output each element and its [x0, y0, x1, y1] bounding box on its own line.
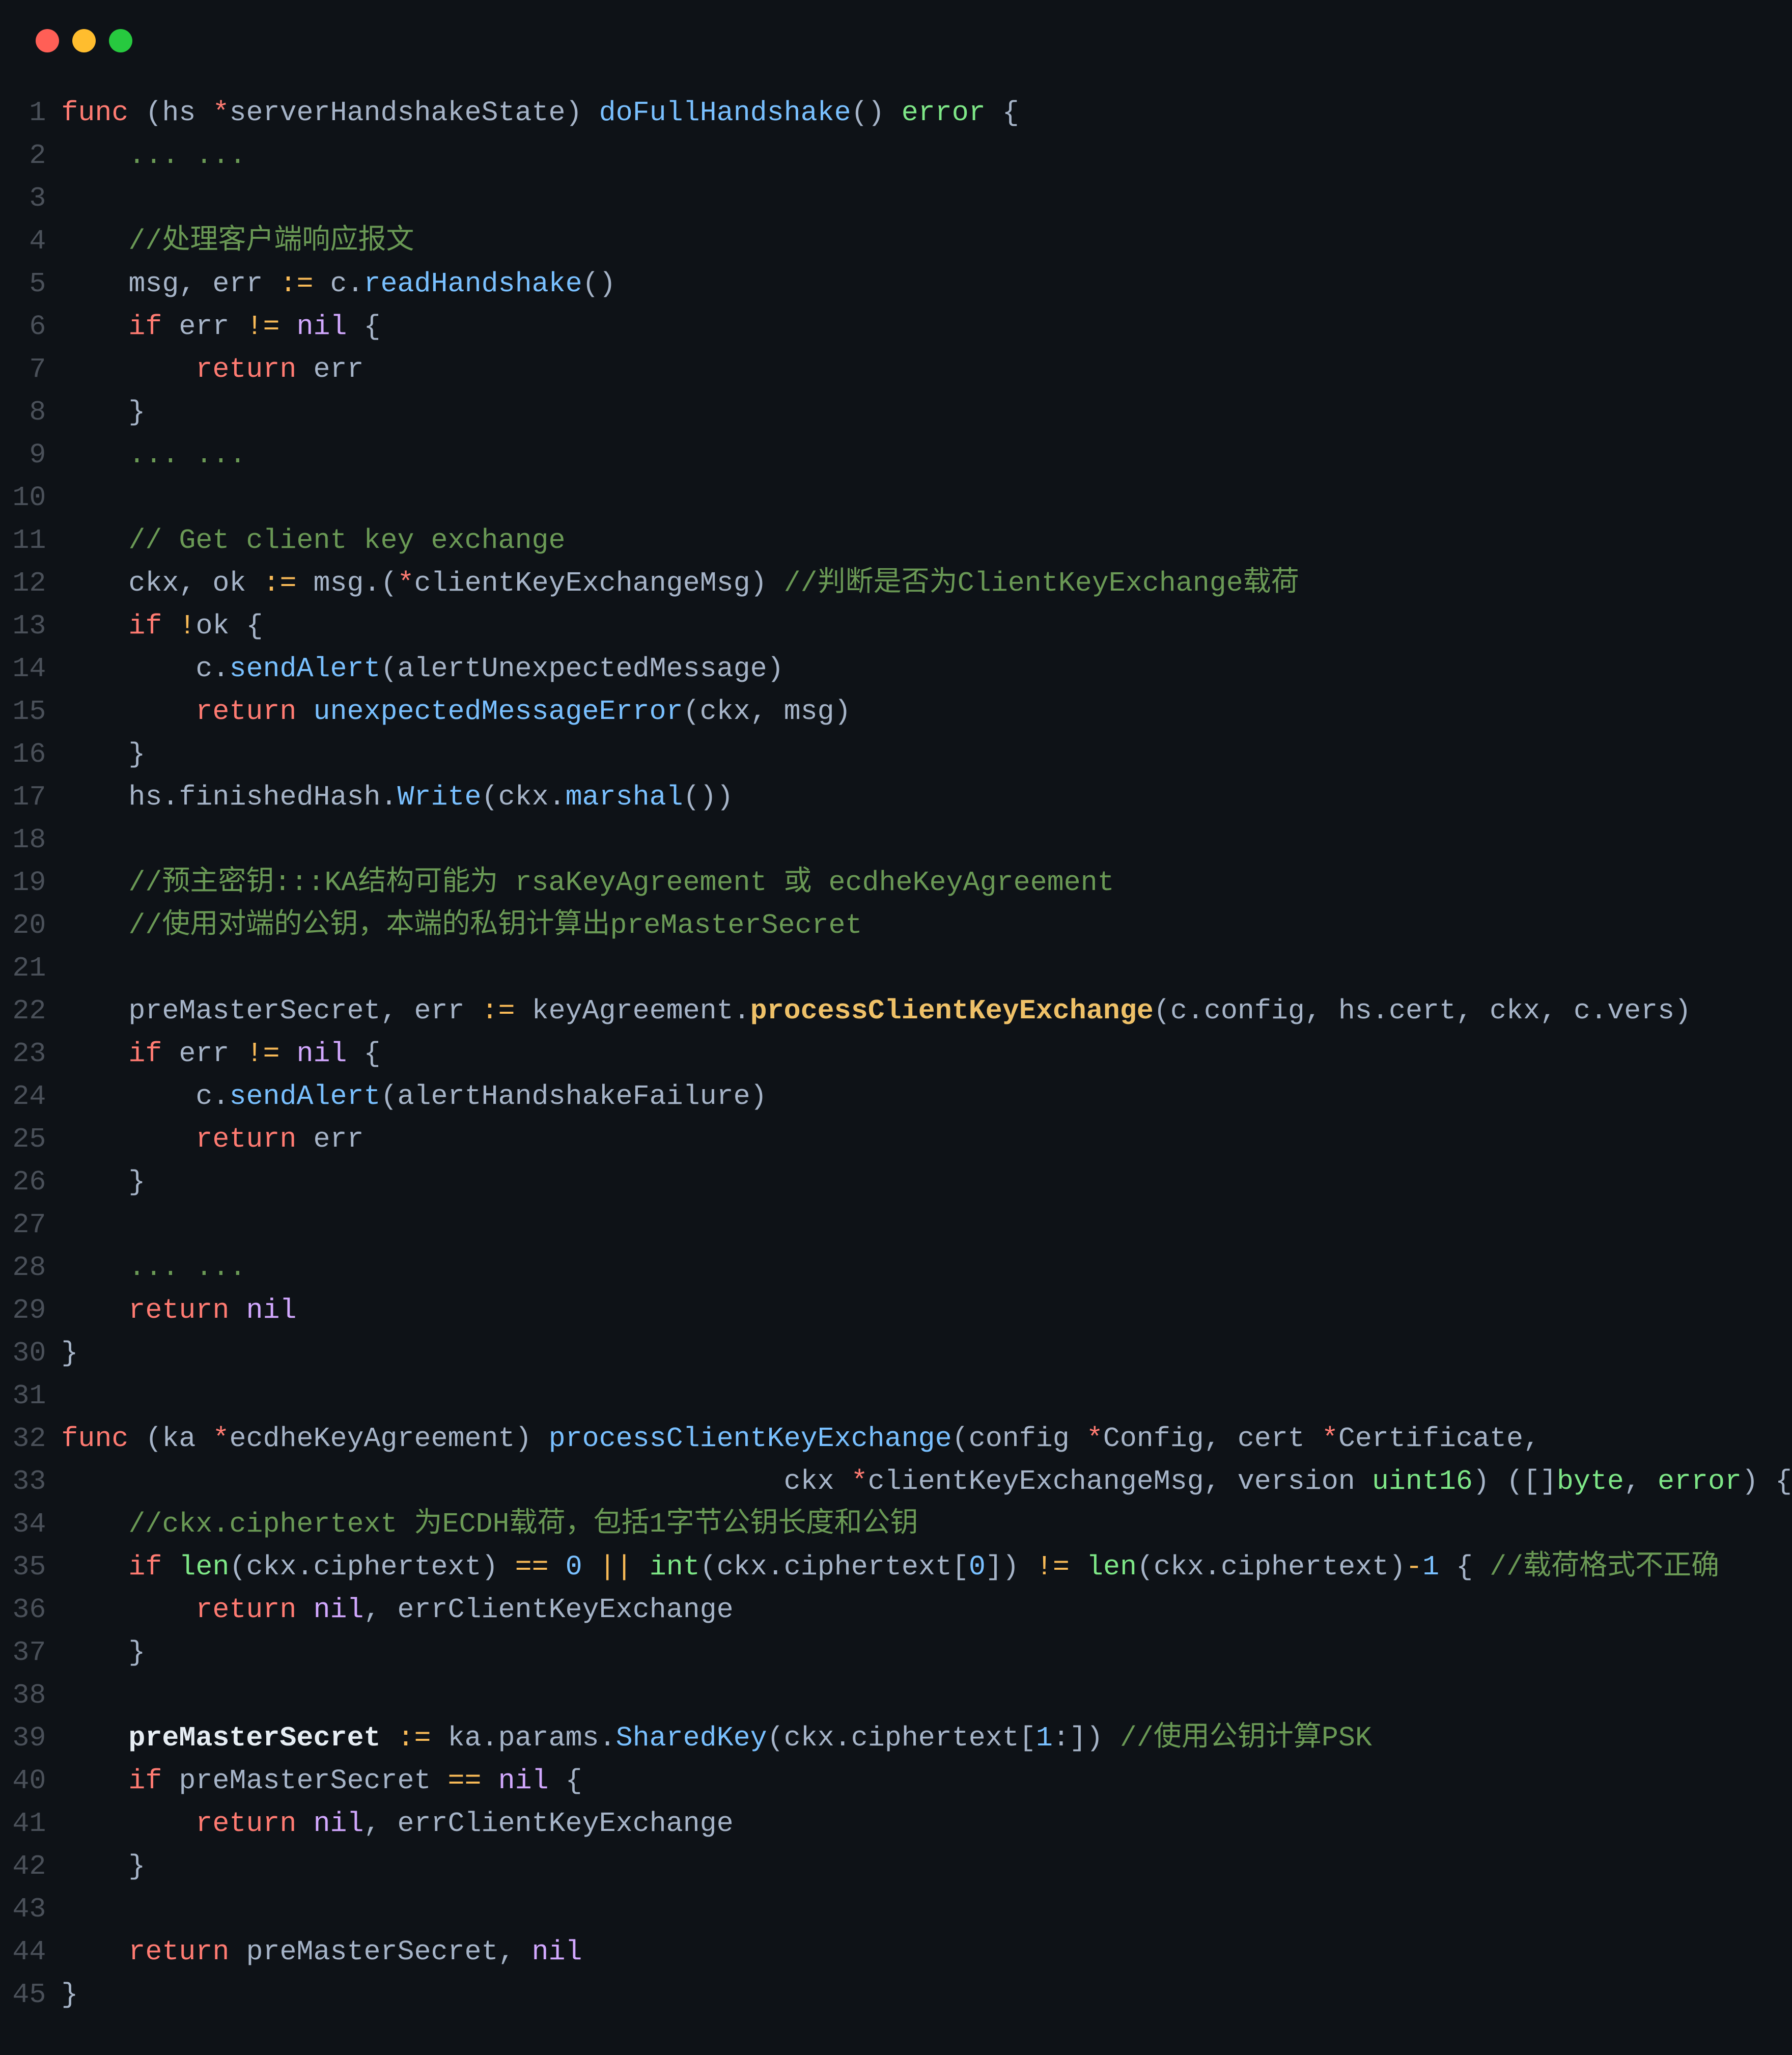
code-line — [61, 947, 1792, 990]
line-number: 25 — [0, 1118, 46, 1161]
line-number: 38 — [0, 1674, 46, 1717]
code-line: msg, err := c.readHandshake() — [61, 263, 1792, 306]
line-number: 28 — [0, 1246, 46, 1289]
line-number: 4 — [0, 220, 46, 263]
line-number: 31 — [0, 1375, 46, 1418]
code-line: ... ... — [61, 434, 1792, 477]
code-line — [61, 477, 1792, 519]
line-number: 10 — [0, 477, 46, 519]
line-number: 17 — [0, 776, 46, 819]
code-line: //处理客户端响应报文 — [61, 220, 1792, 263]
code-line: //预主密钥:::KA结构可能为 rsaKeyAgreement 或 ecdhe… — [61, 862, 1792, 904]
code-line: if len(ckx.ciphertext) == 0 || int(ckx.c… — [61, 1546, 1792, 1589]
line-number: 6 — [0, 306, 46, 348]
line-number: 9 — [0, 434, 46, 477]
line-number: 26 — [0, 1161, 46, 1204]
line-number: 43 — [0, 1888, 46, 1931]
code-line: if !ok { — [61, 605, 1792, 648]
code-line: if err != nil { — [61, 306, 1792, 348]
line-number: 45 — [0, 1974, 46, 2016]
code-line: ... ... — [61, 1246, 1792, 1289]
code-line: func (ka *ecdheKeyAgreement) processClie… — [61, 1418, 1792, 1460]
code-line: func (hs *serverHandshakeState) doFullHa… — [61, 92, 1792, 134]
line-number: 34 — [0, 1503, 46, 1546]
code-line: return unexpectedMessageError(ckx, msg) — [61, 690, 1792, 733]
code-line — [61, 1888, 1792, 1931]
maximize-icon[interactable] — [109, 29, 132, 52]
line-number: 3 — [0, 177, 46, 220]
line-number: 19 — [0, 862, 46, 904]
line-number: 14 — [0, 648, 46, 690]
line-number: 24 — [0, 1075, 46, 1118]
code-line — [61, 1674, 1792, 1717]
line-number: 20 — [0, 904, 46, 947]
line-number: 1 — [0, 92, 46, 134]
code-line: } — [61, 733, 1792, 776]
code-line: if err != nil { — [61, 1033, 1792, 1075]
code-content[interactable]: func (hs *serverHandshakeState) doFullHa… — [61, 92, 1792, 2035]
code-line: return nil — [61, 1289, 1792, 1332]
line-number: 21 — [0, 947, 46, 990]
line-number: 16 — [0, 733, 46, 776]
code-line: c.sendAlert(alertUnexpectedMessage) — [61, 648, 1792, 690]
line-number: 42 — [0, 1845, 46, 1888]
code-line — [61, 1204, 1792, 1246]
line-number: 22 — [0, 990, 46, 1033]
code-line: // Get client key exchange — [61, 519, 1792, 562]
code-line — [61, 177, 1792, 220]
code-line: hs.finishedHash.Write(ckx.marshal()) — [61, 776, 1792, 819]
code-line — [61, 1375, 1792, 1418]
line-number: 29 — [0, 1289, 46, 1332]
line-number: 12 — [0, 562, 46, 605]
code-line: ckx *clientKeyExchangeMsg, version uint1… — [61, 1460, 1792, 1503]
minimize-icon[interactable] — [72, 29, 96, 52]
line-number: 23 — [0, 1033, 46, 1075]
code-line: return nil, errClientKeyExchange — [61, 1802, 1792, 1845]
line-number: 8 — [0, 391, 46, 434]
line-number: 33 — [0, 1460, 46, 1503]
code-line: ckx, ok := msg.(*clientKeyExchangeMsg) /… — [61, 562, 1792, 605]
line-number: 27 — [0, 1204, 46, 1246]
code-line: preMasterSecret := ka.params.SharedKey(c… — [61, 1717, 1792, 1760]
code-line: } — [61, 1161, 1792, 1204]
line-number: 18 — [0, 819, 46, 862]
code-line: //ckx.ciphertext 为ECDH载荷，包括1字节公钥长度和公钥 — [61, 1503, 1792, 1546]
code-line: } — [61, 1974, 1792, 2016]
line-number: 11 — [0, 519, 46, 562]
code-line: } — [61, 391, 1792, 434]
editor-window: 1234567891011121314151617181920212223242… — [0, 0, 1792, 2055]
code-line — [61, 819, 1792, 862]
code-line: c.sendAlert(alertHandshakeFailure) — [61, 1075, 1792, 1118]
line-number: 15 — [0, 690, 46, 733]
code-area: 1234567891011121314151617181920212223242… — [0, 92, 1792, 2035]
code-line: if preMasterSecret == nil { — [61, 1760, 1792, 1802]
code-line: } — [61, 1845, 1792, 1888]
line-number: 37 — [0, 1631, 46, 1674]
line-number: 5 — [0, 263, 46, 306]
code-line: preMasterSecret, err := keyAgreement.pro… — [61, 990, 1792, 1033]
code-line: return err — [61, 1118, 1792, 1161]
code-line: } — [61, 1332, 1792, 1375]
line-number: 32 — [0, 1418, 46, 1460]
line-gutter: 1234567891011121314151617181920212223242… — [0, 92, 61, 2035]
line-number: 7 — [0, 348, 46, 391]
line-number: 35 — [0, 1546, 46, 1589]
close-icon[interactable] — [36, 29, 59, 52]
line-number: 39 — [0, 1717, 46, 1760]
code-line: //使用对端的公钥，本端的私钥计算出preMasterSecret — [61, 904, 1792, 947]
code-line: return preMasterSecret, nil — [61, 1931, 1792, 1974]
code-line: return nil, errClientKeyExchange — [61, 1589, 1792, 1631]
code-line: return err — [61, 348, 1792, 391]
line-number: 2 — [0, 134, 46, 177]
line-number: 41 — [0, 1802, 46, 1845]
titlebar — [0, 0, 1792, 56]
line-number: 30 — [0, 1332, 46, 1375]
line-number: 13 — [0, 605, 46, 648]
code-line: } — [61, 1631, 1792, 1674]
line-number: 36 — [0, 1589, 46, 1631]
line-number: 40 — [0, 1760, 46, 1802]
line-number: 44 — [0, 1931, 46, 1974]
code-line: ... ... — [61, 134, 1792, 177]
